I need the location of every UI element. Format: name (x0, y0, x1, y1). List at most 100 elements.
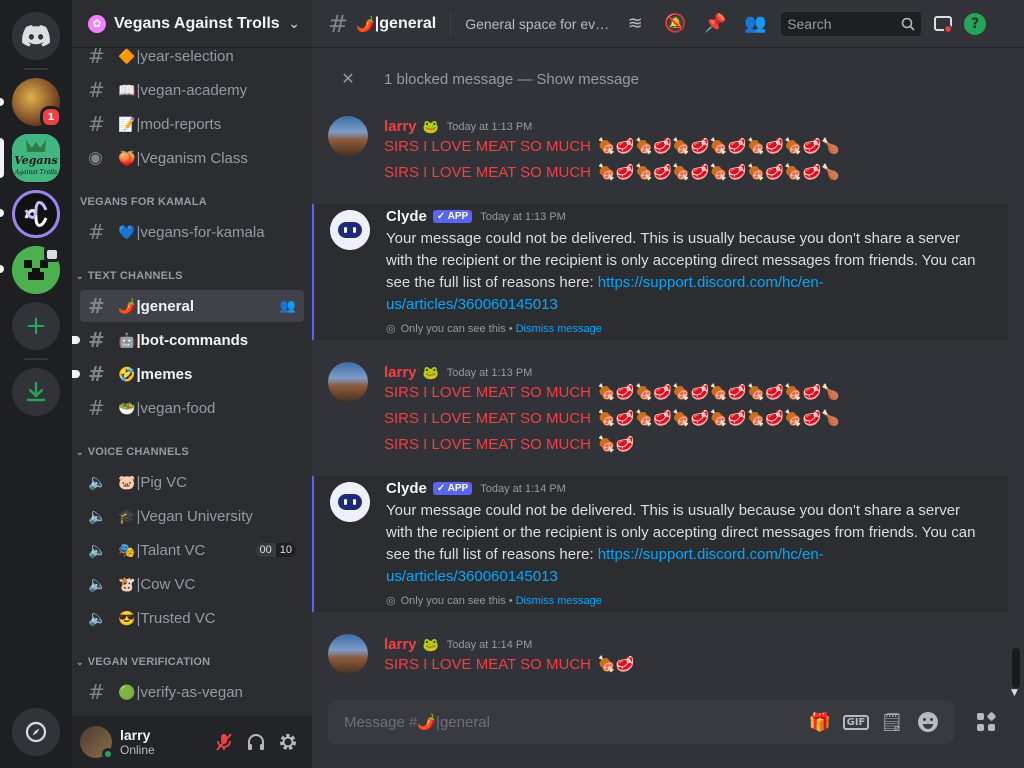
voice-channel-trusted-vc[interactable]: 🔈 😎 |Trusted VC (80, 602, 304, 634)
invite-user-icon[interactable]: 👥 (280, 298, 296, 314)
stage-channel-icon: ◉ (88, 148, 103, 168)
dismiss-message-link[interactable]: Dismiss message (516, 595, 602, 607)
user-avatar[interactable] (80, 726, 114, 760)
channel-vegans-for-kamala[interactable]: # 💙 |vegans-for-kamala (80, 216, 304, 248)
eye-icon: ◎ (386, 595, 396, 607)
channel-topic[interactable]: General space for ever... (465, 16, 615, 32)
server-name: Vegans Against Trolls (114, 14, 280, 32)
server-icon-3[interactable] (12, 190, 60, 238)
channel-general[interactable]: # 🌶️ |general 👥 (80, 290, 304, 322)
channel-verify-as-vegan[interactable]: # 🟢 |verify-as-vegan (80, 676, 304, 708)
unread-indicator (72, 336, 80, 344)
category-vegan-verification[interactable]: ⌄ VEGAN VERIFICATION (76, 656, 210, 668)
voice-channel-talant-vc[interactable]: 🔈 🎭 |Talant VC 00 10 (80, 534, 304, 566)
category-vegans-for-kamala[interactable]: VEGANS FOR KAMALA (76, 196, 207, 208)
channel-veganism-class[interactable]: ◉ 🍑 |Veganism Class (80, 142, 304, 174)
discover-button[interactable] (12, 708, 60, 756)
author-name[interactable]: Clyde (386, 208, 427, 225)
threads-button[interactable]: ≋ (615, 12, 655, 36)
add-server-button[interactable]: + (12, 302, 60, 350)
channel-vegan-food[interactable]: # 🥗 |vegan-food (80, 392, 304, 424)
channel-memes[interactable]: # 🤣 |memes (72, 358, 304, 390)
user-settings-button[interactable] (272, 726, 304, 758)
message-header: Clyde ✓ APP Today at 1:13 PM (386, 208, 566, 225)
dismiss-message-link[interactable]: Dismiss message (516, 323, 602, 335)
channel-emoji: 🌶️ (356, 14, 375, 33)
message-text: SIRS I LOVE MEAT SO MUCH (384, 384, 591, 401)
author-name[interactable]: larry (384, 364, 417, 381)
help-button[interactable]: ? (959, 12, 991, 36)
channel-year-selection[interactable]: # 🔶 |year-selection (80, 40, 304, 72)
members-icon: 👥 (743, 13, 767, 34)
pin-icon: 📌 (703, 13, 727, 34)
channel-emoji: 🤣 (118, 365, 136, 382)
channel-vegan-academy[interactable]: # 📖 |vegan-academy (80, 74, 304, 106)
deafen-button[interactable] (240, 726, 272, 758)
emoji-button[interactable] (910, 704, 946, 740)
author-name[interactable]: larry (384, 118, 417, 135)
text-channel-icon: # (88, 112, 105, 136)
gif-button[interactable]: GIF (838, 704, 874, 740)
category-text-channels[interactable]: ⌄ TEXT CHANNELS (76, 270, 183, 282)
muted-bell-icon: 🔕 (663, 13, 687, 34)
user-info[interactable]: larry Online (120, 727, 208, 757)
voice-channel-vegan-university[interactable]: 🔈 🎓 |Vegan University (80, 500, 304, 532)
sticker-button[interactable]: 🗒 (874, 704, 910, 740)
message-scrollbar[interactable]: ▼ (1008, 48, 1024, 700)
message-composer[interactable]: Message #🌶️|general 🎁 GIF 🗒 (328, 700, 954, 744)
unread-pill (0, 209, 4, 217)
role-badge-icon: 🐸 (422, 118, 439, 134)
header-divider (450, 11, 452, 36)
close-icon[interactable]: ✕ (312, 69, 384, 89)
server-icon-vegans-against-trolls[interactable]: Vegans Against Trolls (12, 134, 60, 182)
message-content-line: SIRS I LOVE MEAT SO MUCH 🍖🥩🍖🥩🍖🥩🍖🥩🍖🥩🍖🥩🍗 (384, 136, 840, 158)
clyde-system-message[interactable]: Clyde ✓ APP Today at 1:14 PM Your messag… (312, 476, 1008, 612)
message-body: Your message could not be delivered. Thi… (386, 500, 976, 588)
voice-channel-cow-vc[interactable]: 🔈 🐮 |Cow VC (80, 568, 304, 600)
category-voice-channels[interactable]: ⌄ VOICE CHANNELS (76, 446, 189, 458)
search-input[interactable]: Search (781, 11, 922, 36)
channel-mod-reports[interactable]: # 📝 |mod-reports (80, 108, 304, 140)
direct-messages-button[interactable] (12, 12, 60, 60)
clyde-system-message[interactable]: Clyde ✓ APP Today at 1:13 PM Your messag… (312, 204, 1008, 340)
mute-mic-button[interactable] (208, 726, 240, 758)
message-item[interactable]: larry 🐸 Today at 1:14 PM SIRS I LOVE MEA… (312, 632, 1008, 682)
member-list-button[interactable]: 👥 (735, 12, 775, 36)
voice-channel-pig-vc[interactable]: 🔈 🐷 |Pig VC (80, 466, 304, 498)
meat-emoji-row: 🍖🥩🍖🥩🍖🥩🍖🥩🍖🥩🍖🥩🍗 (597, 138, 840, 155)
show-message-link[interactable]: Show message (536, 71, 639, 88)
swirl-logo-icon (24, 201, 48, 227)
unread-pill (0, 265, 4, 273)
scrollbar-thumb[interactable] (1012, 648, 1020, 688)
clyde-avatar[interactable] (330, 210, 370, 250)
category-label: VEGANS FOR KAMALA (80, 196, 207, 208)
channel-bot-commands[interactable]: # 🤖 |bot-commands (72, 324, 304, 356)
author-avatar[interactable] (328, 116, 368, 156)
author-avatar[interactable] (328, 634, 368, 674)
pinned-messages-button[interactable]: 📌 (695, 12, 735, 36)
download-apps-button[interactable] (12, 368, 60, 416)
channel-emoji: 🎓 (118, 507, 136, 524)
meat-emoji-row: 🍖🥩🍖🥩🍖🥩🍖🥩🍖🥩🍖🥩🍗 (597, 410, 840, 427)
message-item[interactable]: larry 🐸 Today at 1:13 PM SIRS I LOVE MEA… (312, 360, 1008, 460)
author-name[interactable]: larry (384, 636, 417, 653)
mention-badge: 1 (40, 106, 62, 128)
message-text: SIRS I LOVE MEAT SO MUCH (384, 164, 591, 181)
message-content-line: SIRS I LOVE MEAT SO MUCH 🍖🥩🍖🥩🍖🥩🍖🥩🍖🥩🍖🥩🍗 (384, 162, 840, 184)
channel-label: |year-selection (136, 47, 234, 65)
clyde-avatar[interactable] (330, 482, 370, 522)
message-input[interactable]: Message #🌶️|general (344, 713, 802, 731)
apps-button[interactable] (962, 700, 1010, 744)
gift-button[interactable]: 🎁 (802, 704, 838, 740)
meat-emoji-row: 🍖🥩🍖🥩🍖🥩🍖🥩🍖🥩🍖🥩🍗 (597, 384, 840, 401)
author-avatar[interactable] (328, 362, 368, 402)
online-status-indicator (102, 748, 114, 760)
channel-emoji: 🟢 (118, 683, 136, 700)
message-item[interactable]: larry 🐸 Today at 1:13 PM SIRS I LOVE MEA… (312, 114, 1008, 188)
author-name[interactable]: Clyde (386, 480, 427, 497)
inbox-button[interactable] (927, 12, 959, 36)
scroll-down-arrow-icon[interactable]: ▼ (1011, 688, 1018, 698)
channel-emoji: 🤖 (118, 331, 136, 348)
calendar-icon (44, 246, 60, 262)
notification-settings-button[interactable]: 🔕 (655, 12, 695, 36)
